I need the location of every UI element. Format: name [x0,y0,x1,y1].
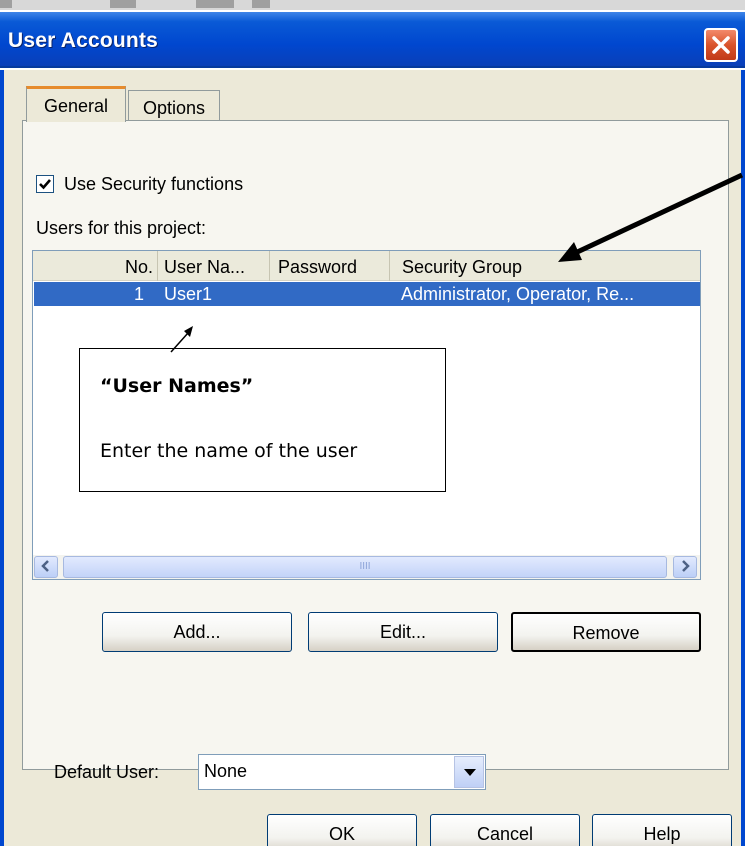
column-no[interactable]: No. [33,251,158,281]
cancel-button-label: Cancel [476,824,534,844]
close-button[interactable] [704,28,738,62]
edit-button[interactable]: Edit... [308,612,498,652]
default-user-value: None [204,761,248,781]
column-no-label: No. [124,257,153,277]
remove-button-label: Remove [572,623,640,643]
tab-general-label: General [43,96,109,116]
dropdown-button[interactable] [454,756,484,788]
edit-button-label: Edit... [379,622,427,642]
horizontal-scrollbar[interactable]: IIII [33,555,700,579]
use-security-checkbox[interactable] [36,175,54,193]
tab-options[interactable]: Options [128,90,220,122]
use-security-label: Use Security functions [64,174,244,194]
remove-button[interactable]: Remove [511,612,701,652]
tab-options-label: Options [142,98,206,118]
title-bar[interactable]: User Accounts [0,12,745,68]
table-row[interactable]: 1 User1 Administrator, Operator, Re... [34,282,700,306]
list-header: No. User Na... Password Security Group [33,251,700,281]
add-button[interactable]: Add... [102,612,292,652]
callout-text: Enter the name of the user [100,440,358,462]
chevron-down-icon [464,769,476,776]
cell-user: User1 [164,284,213,304]
window-title: User Accounts [8,29,159,52]
chevron-right-icon [682,560,690,572]
ok-button[interactable]: OK [267,814,417,846]
callout-title: “User Names” [100,375,254,397]
column-security-group[interactable]: Security Group [390,251,700,281]
cancel-button[interactable]: Cancel [430,814,580,846]
column-password[interactable]: Password [270,251,390,281]
ok-button-label: OK [328,824,355,844]
callout-box: “User Names” Enter the name of the user [79,348,446,492]
default-user-label: Default User: [54,762,160,782]
scroll-thumb[interactable]: IIII [63,556,667,578]
top-strip [0,0,745,10]
cell-group: Administrator, Operator, Re... [401,284,635,304]
help-button[interactable]: Help [592,814,732,846]
scroll-left-button[interactable] [34,556,58,578]
chevron-left-icon [41,560,49,572]
default-user-select[interactable]: None [198,754,486,790]
column-password-label: Password [278,257,358,277]
scroll-right-button[interactable] [673,556,697,578]
column-user-name-label: User Na... [164,257,246,277]
users-label: Users for this project: [36,218,207,238]
tab-general[interactable]: General [26,86,126,122]
add-button-label: Add... [173,622,221,642]
checkmark-icon [39,179,51,190]
cell-no: 1 [133,284,144,304]
column-user-name[interactable]: User Na... [158,251,270,281]
close-icon [712,36,730,54]
column-security-group-label: Security Group [402,257,523,277]
help-button-label: Help [643,824,681,844]
